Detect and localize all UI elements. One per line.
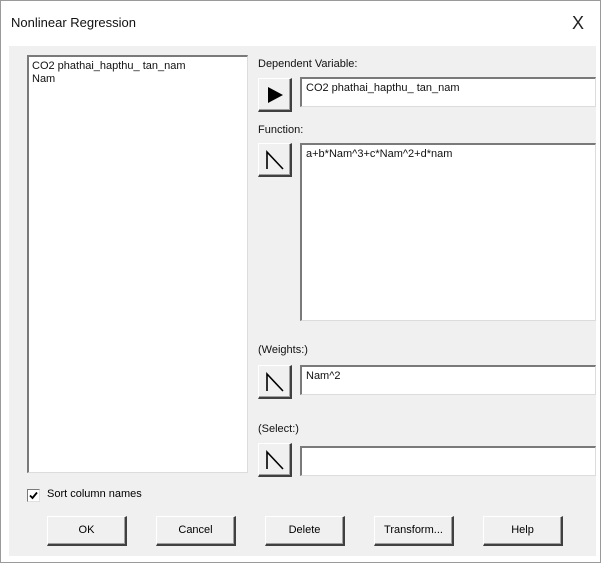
select-button[interactable] [258, 443, 292, 477]
title-bar: Nonlinear Regression X [1, 1, 600, 45]
weights-label: (Weights:) [258, 344, 308, 356]
function-field[interactable]: a+b*Nam^3+c*Nam^2+d*nam [300, 143, 596, 321]
sort-column-names-label: Sort column names [47, 488, 142, 500]
sort-column-names-checkbox[interactable] [27, 489, 40, 502]
transform-button[interactable]: Transform... [374, 516, 454, 546]
weights-button[interactable] [258, 365, 292, 399]
weights-field[interactable]: Nam^2 [300, 365, 596, 395]
dependent-variable-label: Dependent Variable: [258, 58, 358, 70]
function-insert-icon [266, 449, 284, 470]
list-item[interactable]: Nam [32, 73, 244, 86]
window-title: Nonlinear Regression [11, 15, 137, 30]
checkmark-icon [29, 491, 38, 500]
dependent-variable-button[interactable] [258, 78, 292, 112]
help-button[interactable]: Help [483, 516, 563, 546]
nonlinear-regression-dialog: Nonlinear Regression X CO2 phathai_hapth… [0, 0, 601, 563]
arrow-right-icon [268, 87, 283, 103]
cancel-button[interactable]: Cancel [156, 516, 236, 546]
close-button[interactable]: X [564, 11, 592, 35]
function-insert-icon [266, 149, 284, 170]
close-icon: X [571, 13, 584, 33]
dialog-body: CO2 phathai_hapthu_ tan_nam Nam Dependen… [9, 46, 596, 556]
list-item[interactable]: CO2 phathai_hapthu_ tan_nam [32, 60, 244, 73]
function-insert-icon [266, 371, 284, 392]
function-button[interactable] [258, 143, 292, 177]
ok-button[interactable]: OK [47, 516, 127, 546]
delete-button[interactable]: Delete [265, 516, 345, 546]
dependent-variable-field[interactable]: CO2 phathai_hapthu_ tan_nam [300, 77, 596, 107]
function-label: Function: [258, 124, 304, 136]
column-listbox[interactable]: CO2 phathai_hapthu_ tan_nam Nam [27, 55, 248, 473]
select-field[interactable] [300, 446, 596, 476]
select-label: (Select:) [258, 423, 299, 435]
